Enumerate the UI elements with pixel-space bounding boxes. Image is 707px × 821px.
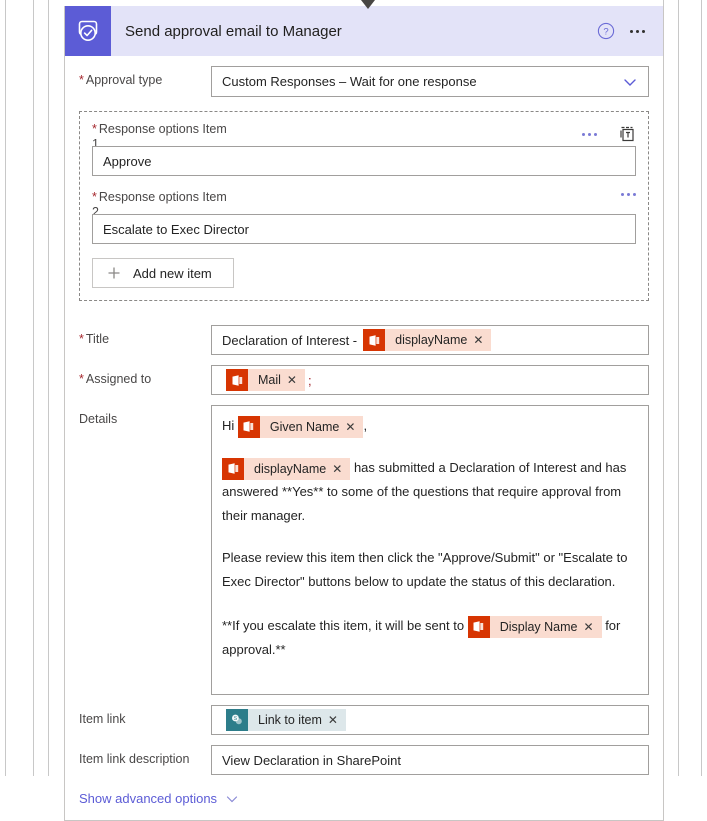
approval-action-card: Send approval email to Manager ? * Approv… <box>64 6 664 821</box>
token-label: Given Name <box>269 419 340 434</box>
response-option-item: * Response options Item 2 Escalate to Exe… <box>92 190 636 244</box>
details-label: Details <box>79 412 118 426</box>
canvas-guide-line <box>678 0 679 776</box>
token-label: displayName <box>254 461 327 476</box>
item-link-input[interactable]: S Link to item ✕ <box>211 705 649 735</box>
details-greeting-paragraph: Hi Given Name ✕ , <box>222 414 638 438</box>
svg-text:?: ? <box>603 27 608 38</box>
response-option-value: Escalate to Exec Director <box>103 221 249 237</box>
canvas-guide-line <box>701 0 702 776</box>
response-option-input[interactable]: Approve <box>92 146 636 176</box>
show-advanced-options-label: Show advanced options <box>79 791 218 806</box>
details-input[interactable]: Hi Given Name ✕ , displayName ✕ has subm… <box>211 405 649 695</box>
title-input[interactable]: Declaration of Interest - displayName ✕ <box>211 325 649 355</box>
add-new-item-button[interactable]: Add new item <box>92 258 234 288</box>
response-options-group: * Response options Item 1 Approve * Resp… <box>79 111 649 301</box>
token-chip-given-name[interactable]: Given Name ✕ <box>237 415 364 438</box>
item-link-description-value: View Declaration in SharePoint <box>222 752 401 768</box>
assigned-to-input[interactable]: Mail ✕ ; <box>211 365 649 395</box>
required-asterisk: * <box>92 190 97 204</box>
close-icon[interactable]: ✕ <box>345 421 363 433</box>
approval-type-select[interactable]: Custom Responses – Wait for one response <box>211 66 649 97</box>
required-asterisk: * <box>79 372 84 386</box>
details-paragraph-3-prefix: **If you escalate this item, it will be … <box>222 618 465 633</box>
token-label: Link to item <box>258 713 322 727</box>
token-chip-displayname[interactable]: displayName ✕ <box>222 457 351 480</box>
response-option-item: * Response options Item 1 Approve <box>92 122 636 176</box>
canvas-guide-line <box>5 0 6 776</box>
office365-outlook-icon <box>226 369 248 391</box>
close-icon[interactable]: ✕ <box>332 463 350 475</box>
details-row: Details Hi Given Name ✕ , displayName ✕ … <box>79 405 649 695</box>
required-asterisk: * <box>92 122 97 136</box>
show-advanced-options-toggle[interactable]: Show advanced options <box>65 785 663 820</box>
item-link-description-label: Item link description <box>79 752 190 766</box>
details-paragraph-1: displayName ✕ has submitted a Declaratio… <box>222 456 638 528</box>
help-circle-icon[interactable]: ? <box>596 21 616 41</box>
sharepoint-icon: S <box>226 709 248 731</box>
approval-type-row: * Approval type Custom Responses – Wait f… <box>79 66 649 97</box>
title-row: * Title Declaration of Interest - display… <box>79 325 649 355</box>
office365-outlook-icon <box>237 415 260 438</box>
card-header[interactable]: Send approval email to Manager ? <box>65 6 663 56</box>
token-chip-display-name[interactable]: Display Name ✕ <box>467 615 602 638</box>
plus-icon <box>107 266 121 280</box>
approvals-icon <box>65 6 111 56</box>
card-title: Send approval email to Manager <box>125 22 342 40</box>
item-link-row: Item link S Link to item ✕ <box>79 705 649 735</box>
approval-type-label: * Approval type <box>79 73 163 87</box>
office365-outlook-icon <box>222 457 244 480</box>
item-link-description-row: Item link description View Declaration i… <box>79 745 649 775</box>
ellipsis-icon[interactable] <box>621 193 636 196</box>
assigned-to-label: * Assigned to <box>79 372 152 386</box>
item-link-description-input[interactable]: View Declaration in SharePoint <box>211 745 649 775</box>
required-asterisk: * <box>79 73 84 87</box>
greeting-prefix: Hi <box>222 418 235 433</box>
assigned-to-row: * Assigned to Mail ✕ ; <box>79 365 649 395</box>
ellipsis-icon[interactable] <box>630 29 645 33</box>
add-new-item-label: Add new item <box>133 265 212 281</box>
close-icon[interactable]: ✕ <box>473 334 491 346</box>
canvas-guide-line <box>48 0 49 776</box>
close-icon[interactable]: ✕ <box>584 621 602 633</box>
required-asterisk: * <box>79 332 84 346</box>
response-option-value: Approve <box>103 153 152 169</box>
office365-outlook-icon <box>467 615 490 638</box>
token-chip-link-to-item[interactable]: S Link to item ✕ <box>226 709 346 731</box>
assigned-to-separator: ; <box>307 372 312 388</box>
token-label: Display Name <box>499 619 578 634</box>
response-options-row: * Response options Item 1 Approve * Resp… <box>79 107 649 315</box>
office365-outlook-icon <box>363 329 386 351</box>
chevron-down-icon[interactable] <box>225 792 239 806</box>
close-icon[interactable]: ✕ <box>287 374 305 386</box>
token-chip-displayname[interactable]: displayName ✕ <box>363 329 492 351</box>
token-label: displayName <box>395 333 468 347</box>
close-icon[interactable]: ✕ <box>328 714 346 726</box>
response-option-input[interactable]: Escalate to Exec Director <box>92 214 636 244</box>
greeting-suffix: , <box>363 418 368 433</box>
item-link-label: Item link <box>79 712 126 726</box>
details-paragraph-2: Please review this item then click the "… <box>222 550 628 589</box>
delete-icon[interactable] <box>619 125 636 143</box>
token-label: Mail <box>258 373 281 387</box>
flow-connector-arrow-top <box>361 0 375 9</box>
canvas-guide-line <box>33 0 34 776</box>
approval-type-value: Custom Responses – Wait for one response <box>222 74 477 89</box>
ellipsis-icon[interactable] <box>582 132 597 136</box>
title-label: * Title <box>79 332 110 346</box>
token-chip-mail[interactable]: Mail ✕ <box>226 369 305 391</box>
details-paragraph-3: **If you escalate this item, it will be … <box>222 614 638 662</box>
chevron-down-icon[interactable] <box>622 74 638 90</box>
title-static-text: Declaration of Interest - <box>222 332 358 348</box>
